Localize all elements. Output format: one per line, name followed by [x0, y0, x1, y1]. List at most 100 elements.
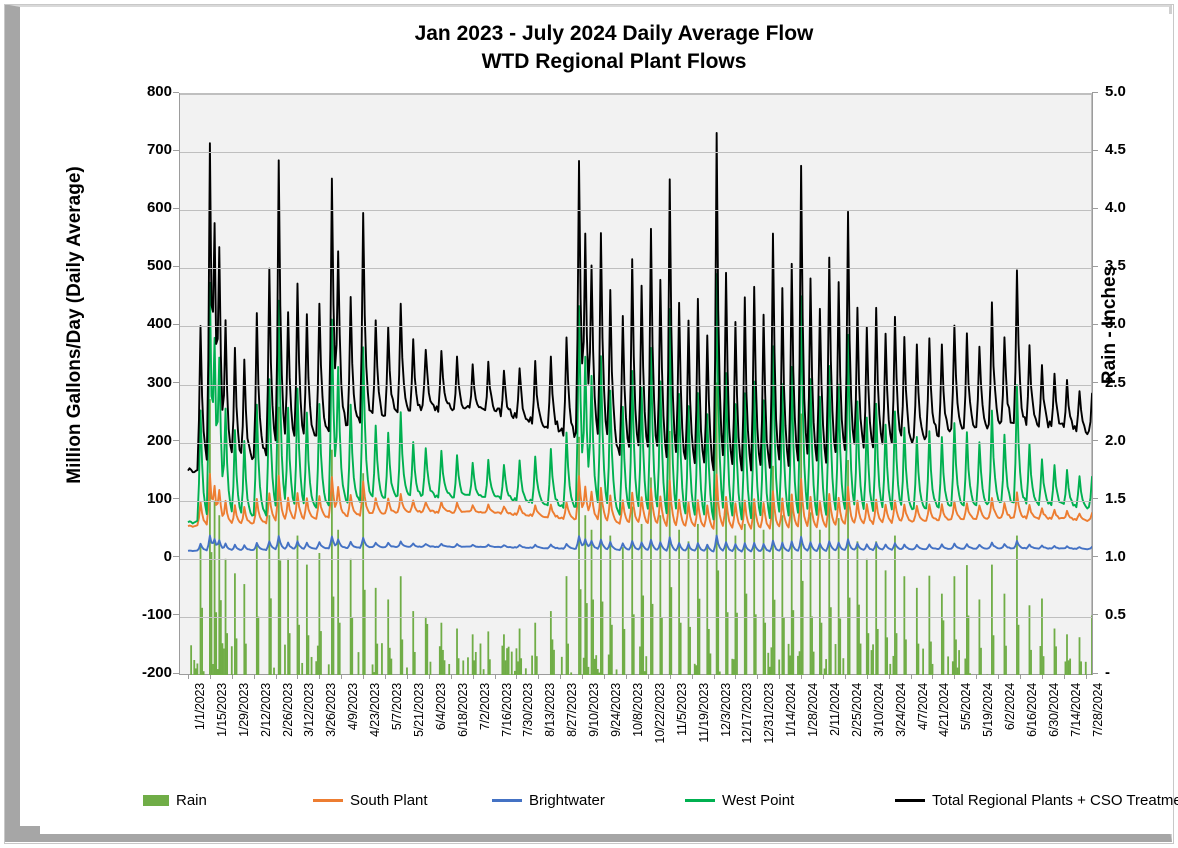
- x-axis-tick-label: 3/24/2024: [893, 683, 908, 737]
- x-axis-tick-label: 6/16/2024: [1025, 683, 1040, 737]
- gridline: [180, 559, 1092, 560]
- y-axis-right-tick: 3.5: [1092, 257, 1149, 274]
- x-axis-tick-label: 10/8/2023: [630, 683, 645, 737]
- y-axis-right-line: [1092, 93, 1093, 675]
- y-axis-left-tick: 500: [118, 257, 179, 274]
- legend-item[interactable]: Brightwater: [492, 789, 605, 811]
- chart-legend: Rain South Plant Brightwater West Point Tota…: [40, 789, 1178, 813]
- x-axis-tick-label: 1/1/2023: [193, 683, 207, 731]
- x-axis-tick-label: 1/14/2024: [784, 683, 799, 737]
- x-axis-tick-label: 1/29/2023: [236, 683, 251, 737]
- series-brightwater: [187, 534, 1092, 553]
- x-axis-tick-label: 11/5/2023: [674, 683, 689, 736]
- x-axis-tick-label: 7/28/2024: [1090, 683, 1105, 737]
- y-axis-right-tick: 4.5: [1092, 141, 1149, 158]
- x-axis-tick-label: 2/26/2023: [280, 683, 295, 737]
- y-axis-left-tick: 700: [118, 141, 179, 158]
- x-axis-tick-label: 7/16/2023: [499, 683, 514, 737]
- y-axis-right-tick: 0.5: [1092, 606, 1149, 623]
- gridline: [180, 268, 1092, 269]
- x-axis-tick-label: 1/15/2023: [214, 683, 229, 737]
- x-axis-tick-label: 4/21/2024: [937, 683, 952, 737]
- x-axis-tick-label: 1/28/2024: [806, 683, 821, 737]
- x-axis-tick-label: 8/27/2023: [565, 683, 580, 737]
- x-axis-tick-label: 12/31/2023: [762, 683, 777, 744]
- legend-item[interactable]: West Point: [685, 789, 794, 811]
- gridline: [180, 385, 1092, 386]
- legend-swatch-line-icon: [685, 798, 715, 802]
- y-axis-left-tick: 800: [118, 83, 179, 100]
- legend-item-label: South Plant: [350, 791, 428, 809]
- gridline: [180, 326, 1092, 327]
- plot-area: [180, 93, 1092, 675]
- gridline: [180, 94, 1092, 95]
- y-axis-left-tick: 300: [118, 374, 179, 391]
- y-axis-left-tick: 100: [118, 490, 179, 507]
- legend-swatch-bar-icon: [143, 794, 169, 806]
- x-axis-tick-label: 6/2/2024: [1003, 683, 1018, 731]
- y-axis-right-tick: 1.0: [1092, 548, 1149, 565]
- x-axis-tick-label: 5/21/2023: [411, 683, 426, 737]
- x-axis-tick-label: 5/7/2023: [390, 683, 405, 731]
- y-axis-right-tick: 5.0: [1092, 83, 1149, 100]
- x-axis-tick-label: 12/17/2023: [740, 683, 755, 744]
- chart-title-block: Jan 2023 - July 2024 Daily Average Flow …: [40, 20, 1178, 76]
- legend-item[interactable]: Total Regional Plants + CSO Treatment: [895, 789, 1178, 811]
- x-axis-tick-label: 6/30/2024: [1046, 683, 1061, 737]
- y-axis-left-tick: 400: [118, 315, 179, 332]
- legend-swatch-line-icon: [313, 798, 343, 802]
- gridline: [180, 443, 1092, 444]
- y-axis-left-title: Million Gallons/Day (Daily Average): [64, 166, 85, 484]
- chart-title-line-2: WTD Regional Plant Flows: [481, 50, 747, 73]
- screenshot-root: Jan 2023 - July 2024 Daily Average Flow …: [0, 0, 1178, 848]
- legend-item-label: Rain: [176, 791, 207, 809]
- legend-item-label: Brightwater: [529, 791, 605, 809]
- y-axis-right-tick: -: [1092, 664, 1149, 681]
- gridline: [180, 152, 1092, 153]
- gridline: [180, 617, 1092, 618]
- x-axis-tick-label: 5/5/2024: [959, 683, 974, 731]
- y-axis-left-tick: -200: [118, 664, 179, 681]
- x-axis-tick-label: 12/3/2023: [718, 683, 733, 737]
- x-axis-tick-label: 2/25/2024: [849, 683, 864, 737]
- y-axis-right-tick: 1.5: [1092, 490, 1149, 507]
- chart-title-line-1: Jan 2023 - July 2024 Daily Average Flow: [414, 22, 814, 45]
- legend-swatch-line-icon: [895, 798, 925, 802]
- series-total-regional: [187, 131, 1092, 474]
- x-axis-tick-label: 4/9/2023: [346, 683, 361, 731]
- y-axis-left-tick: 0: [118, 548, 179, 565]
- x-axis-tick-label: 4/7/2024: [915, 683, 930, 731]
- x-axis-tick-label: 9/10/2023: [587, 683, 602, 737]
- x-axis-tick-label: 7/2/2023: [477, 683, 492, 731]
- y-axis-left-tick: 200: [118, 432, 179, 449]
- x-axis-tick-label: 2/12/2023: [258, 683, 273, 737]
- y-axis-right-tick: 4.0: [1092, 199, 1149, 216]
- x-axis-tick-label: 6/18/2023: [455, 683, 470, 737]
- x-axis-tick-label: 8/13/2023: [543, 683, 558, 737]
- x-axis-tick-label: 3/26/2023: [324, 683, 339, 737]
- y-axis-right-tick: 2.0: [1092, 432, 1149, 449]
- chart-canvas: Jan 2023 - July 2024 Daily Average Flow …: [40, 14, 1178, 834]
- x-axis-tick-label: 11/19/2023: [696, 683, 711, 743]
- x-axis-tick-label: 2/11/2024: [828, 683, 842, 736]
- x-axis-tick-label: 7/30/2023: [521, 683, 536, 737]
- window-bevel-frame: Jan 2023 - July 2024 Daily Average Flow …: [4, 4, 1178, 844]
- legend-swatch-line-icon: [492, 798, 522, 802]
- legend-item[interactable]: Rain: [143, 789, 207, 811]
- legend-item[interactable]: South Plant: [313, 789, 428, 811]
- x-axis-tick-label: 9/24/2023: [609, 683, 624, 737]
- x-axis-tick-label: 3/12/2023: [302, 683, 317, 737]
- x-axis-tick-label: 10/22/2023: [652, 683, 667, 744]
- y-axis-left-tick: 600: [118, 199, 179, 216]
- legend-item-label: West Point: [722, 791, 795, 809]
- x-axis-tick-label: 4/23/2023: [368, 683, 383, 737]
- x-axis-tick-label: 3/10/2024: [871, 683, 886, 737]
- x-axis-tick-label: 5/19/2024: [981, 683, 996, 737]
- y-axis-right-tick: 3.0: [1092, 315, 1149, 332]
- y-axis-right-tick: 2.5: [1092, 374, 1149, 391]
- y-axis-left-tick: -100: [118, 606, 179, 623]
- x-axis-tick-label: 6/4/2023: [433, 683, 448, 731]
- legend-item-label: Total Regional Plants + CSO Treatment: [932, 791, 1178, 809]
- x-axis-tick-label: 7/14/2024: [1068, 683, 1083, 737]
- gridline: [180, 210, 1092, 211]
